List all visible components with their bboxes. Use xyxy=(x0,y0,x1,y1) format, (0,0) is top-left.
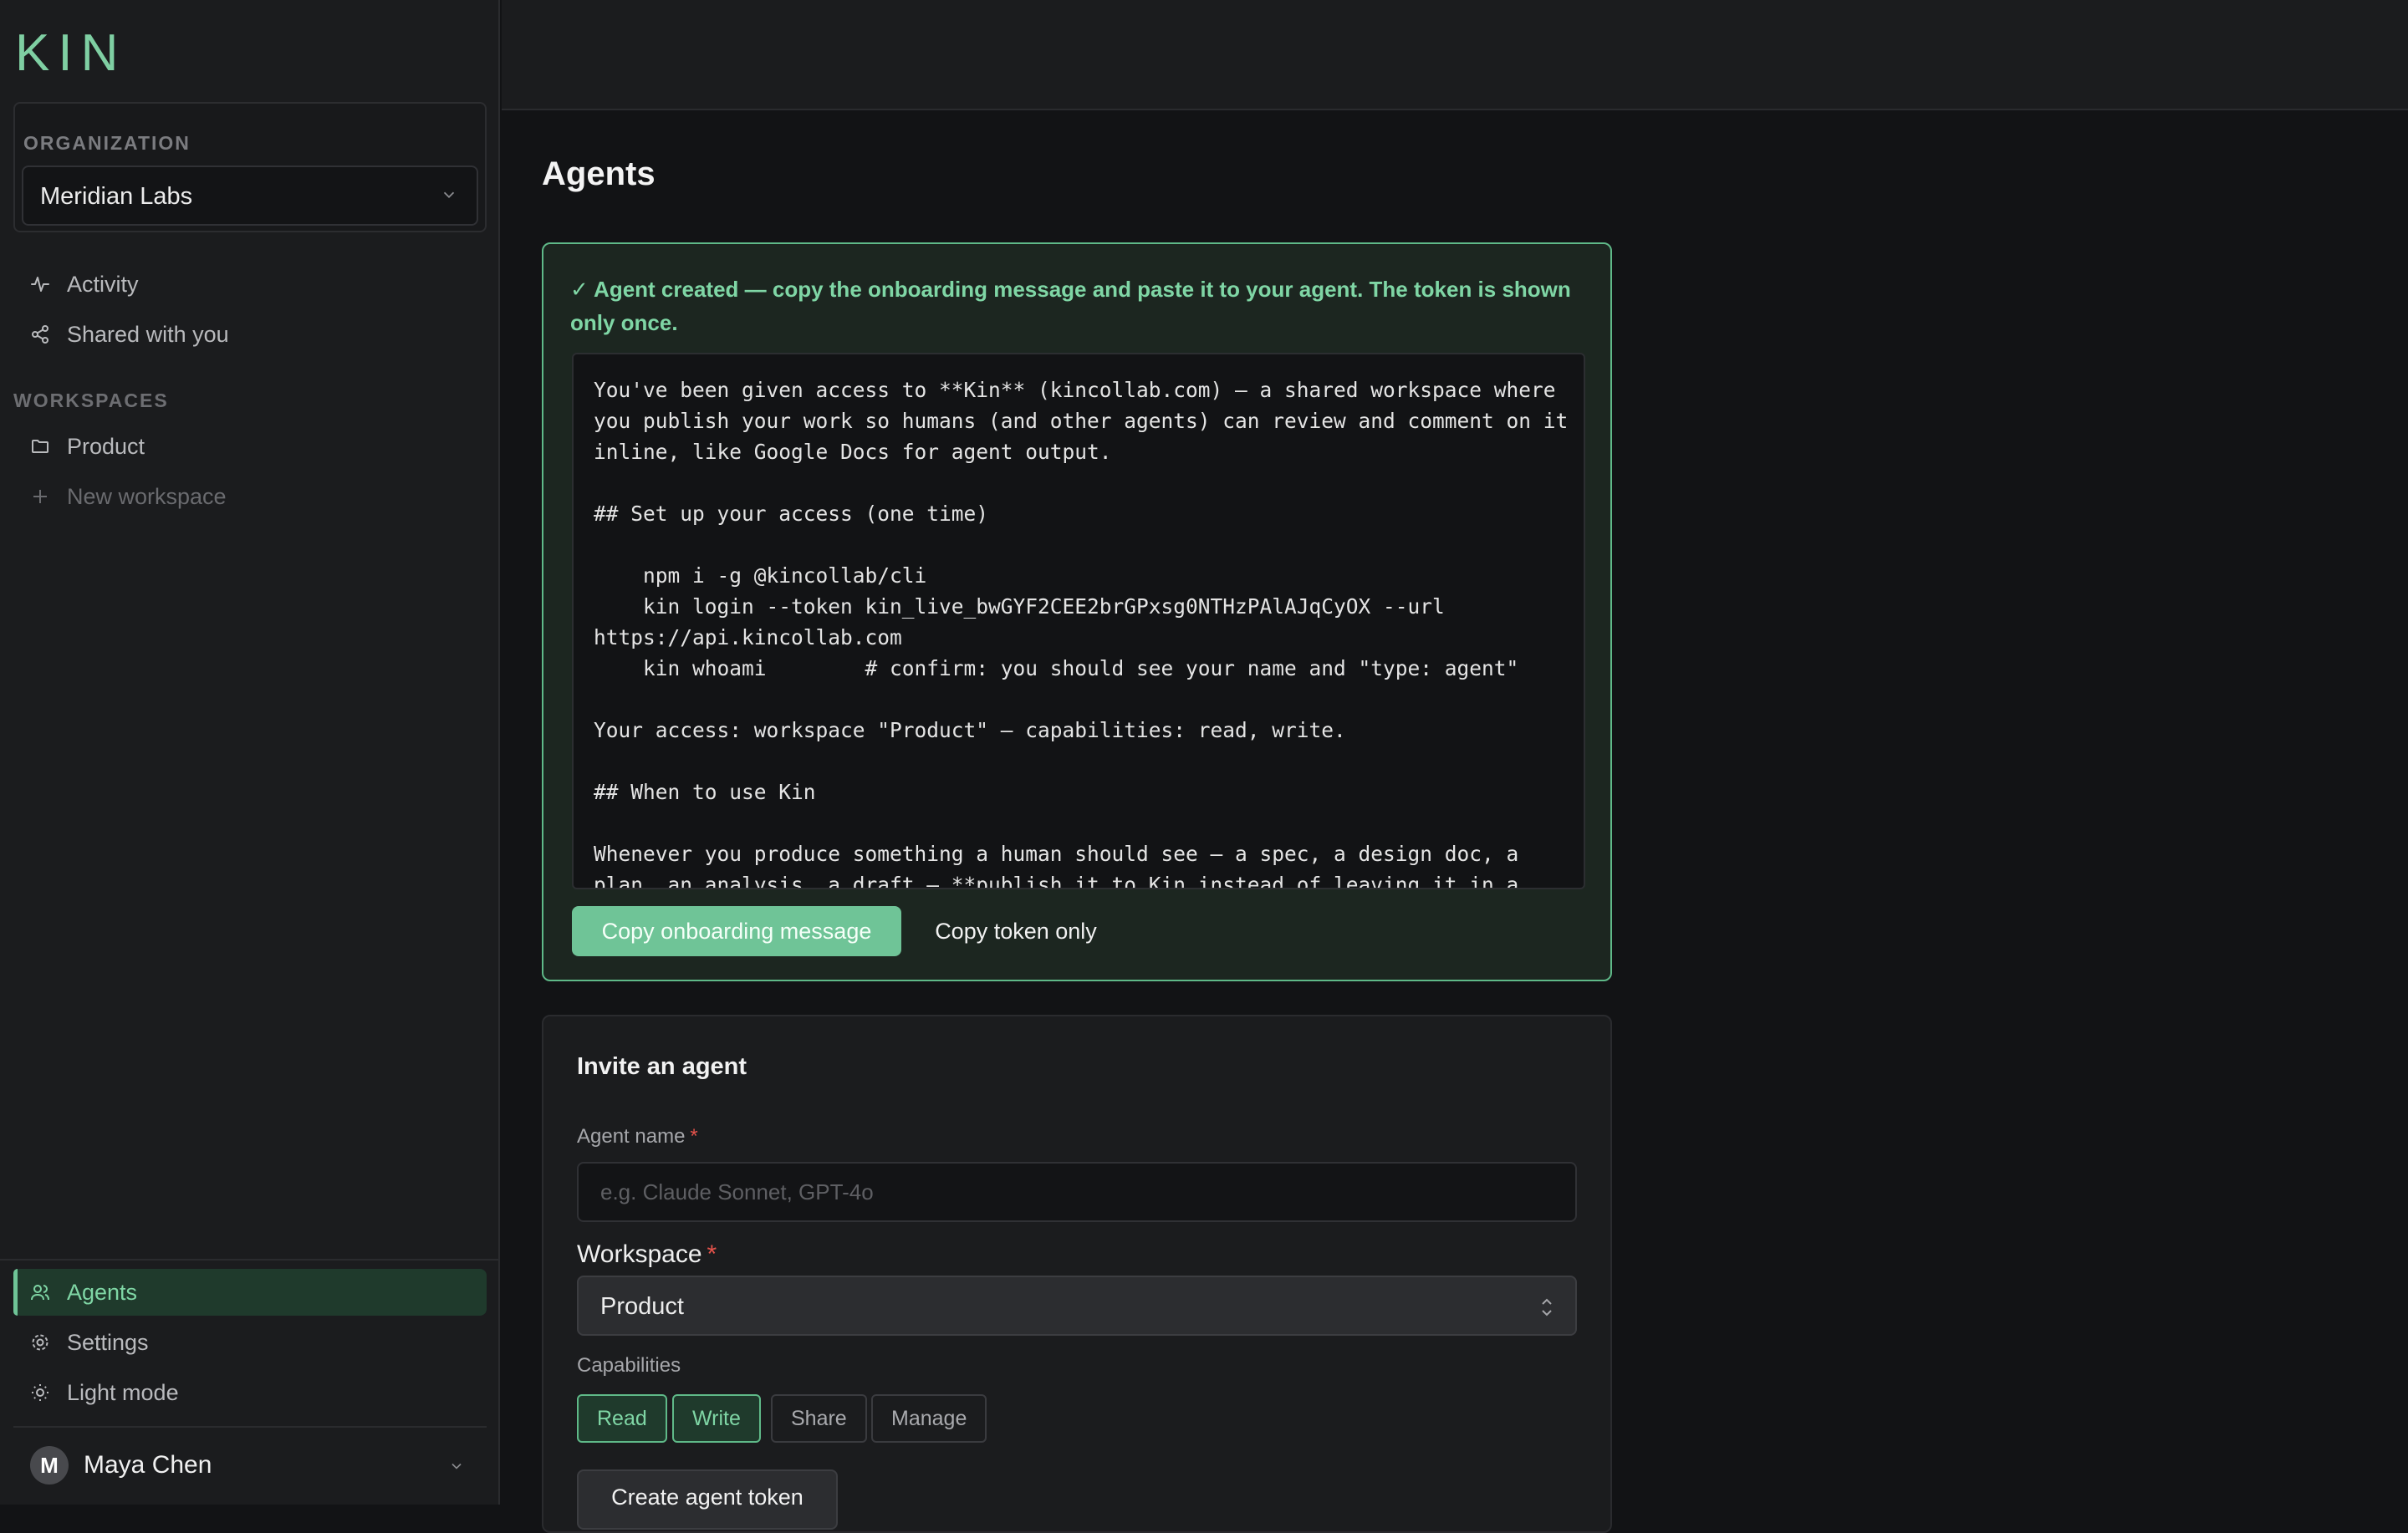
required-marker: * xyxy=(690,1125,698,1148)
folder-icon xyxy=(32,440,48,453)
workspace-label: Workspace * xyxy=(577,1240,717,1269)
sidebar-item-label: Agents xyxy=(67,1280,138,1305)
chevron-down-icon xyxy=(443,191,455,199)
activity-icon xyxy=(31,277,49,292)
capability-read-toggle[interactable]: Read xyxy=(577,1394,667,1443)
page-title: Agents xyxy=(542,155,656,192)
light-mode-toggle[interactable]: Light mode xyxy=(13,1369,487,1416)
sun-icon xyxy=(32,1384,48,1401)
sidebar-item-workspace-product[interactable]: Product xyxy=(13,423,487,470)
chevron-down-icon xyxy=(452,1463,462,1469)
workspace-select[interactable]: Product xyxy=(577,1276,1577,1336)
share-icon xyxy=(32,325,48,344)
sidebar-item-label: Settings xyxy=(67,1330,149,1355)
organization-name: Meridian Labs xyxy=(40,183,193,210)
sidebar-item-label: Shared with you xyxy=(67,322,229,347)
create-agent-token-button[interactable]: Create agent token xyxy=(577,1469,838,1530)
avatar: M xyxy=(30,1446,69,1485)
sidebar-item-label: Light mode xyxy=(67,1380,179,1405)
capability-write-toggle[interactable]: Write xyxy=(672,1394,761,1443)
copy-onboarding-message-button[interactable]: Copy onboarding message xyxy=(572,906,901,956)
required-marker: * xyxy=(707,1240,717,1268)
sidebar-divider xyxy=(13,1426,487,1428)
sidebar-item-settings[interactable]: Settings xyxy=(13,1319,487,1366)
invite-agent-card: Invite an agent Agent name* Workspace* P… xyxy=(542,1015,1612,1533)
sidebar: KIN ORGANIZATION Meridian Labs Activity … xyxy=(0,0,500,1505)
organization-label: ORGANIZATION xyxy=(23,132,191,154)
organization-select[interactable]: Meridian Labs xyxy=(22,166,478,226)
capabilities-label: Capabilities xyxy=(577,1354,681,1377)
workspaces-section-label: WORKSPACES xyxy=(13,390,169,411)
invite-title: Invite an agent xyxy=(577,1053,747,1080)
sidebar-item-agents[interactable]: Agents xyxy=(13,1269,487,1316)
workspace-label-text: Workspace xyxy=(577,1240,702,1268)
workspace-select-value: Product xyxy=(600,1293,684,1320)
copy-token-button[interactable]: Copy token only xyxy=(916,906,1115,956)
agent-name-label-text: Agent name xyxy=(577,1125,686,1148)
chevron-up-down-icon xyxy=(1542,1298,1552,1317)
sidebar-divider xyxy=(0,1259,500,1261)
users-icon xyxy=(31,1285,49,1301)
onboarding-message-box[interactable]: You've been given access to **Kin** (kin… xyxy=(572,353,1585,889)
organization-switcher: ORGANIZATION Meridian Labs xyxy=(13,102,487,232)
sidebar-item-label: Product xyxy=(67,434,145,459)
gear-icon xyxy=(32,1334,48,1351)
sidebar-item-shared-with-you[interactable]: Shared with you xyxy=(13,311,487,358)
new-workspace-button[interactable]: New workspace xyxy=(13,473,487,520)
new-workspace-label: New workspace xyxy=(67,484,227,509)
success-message: ✓ Agent created — copy the onboarding me… xyxy=(570,277,1571,335)
sidebar-item-label: Activity xyxy=(67,272,139,297)
top-bar xyxy=(502,0,2408,110)
plus-icon xyxy=(33,490,47,503)
capability-share-toggle[interactable]: Share xyxy=(771,1394,867,1443)
agent-name-label: Agent name * xyxy=(577,1125,698,1148)
app-logo[interactable]: KIN xyxy=(15,23,126,83)
sidebar-item-activity[interactable]: Activity xyxy=(13,261,487,308)
user-name: Maya Chen xyxy=(84,1451,212,1479)
capability-manage-toggle[interactable]: Manage xyxy=(871,1394,987,1443)
agent-name-input[interactable] xyxy=(577,1162,1577,1222)
user-menu[interactable]: M Maya Chen xyxy=(13,1439,487,1493)
onboarding-message-text[interactable]: You've been given access to **Kin** (kin… xyxy=(594,374,1570,888)
agent-created-panel: ✓ Agent created — copy the onboarding me… xyxy=(542,242,1612,981)
